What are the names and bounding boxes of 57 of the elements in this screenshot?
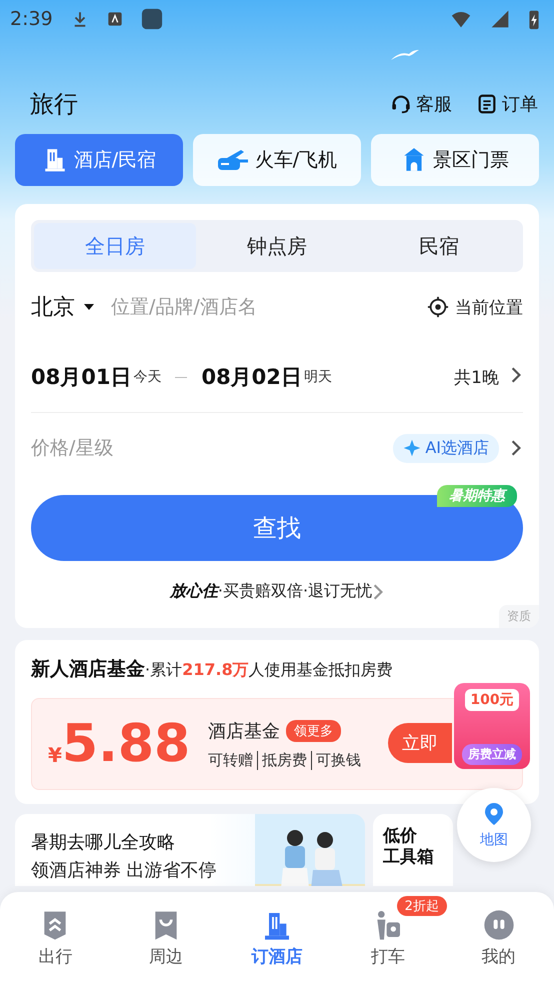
nights-count: 共1晚	[454, 366, 499, 388]
check-out-day: 明天	[304, 368, 332, 386]
keyboard-icon	[106, 11, 123, 27]
promo-subtitle: 领酒店神券 出游省不停	[31, 859, 218, 882]
promo-badge: 暑期特惠	[437, 485, 517, 507]
category-tab[interactable]: 火车/飞机	[193, 134, 361, 186]
check-out-date[interactable]: 08月02日	[201, 363, 302, 391]
fund-name: 酒店基金	[208, 720, 280, 742]
header-link[interactable]: 订单	[476, 92, 538, 116]
room-type-tab[interactable]: 民宿	[358, 223, 520, 269]
headset-icon	[390, 93, 412, 115]
fund-subtitle: ·累计217.8万人使用基金抵扣房费	[145, 660, 393, 681]
status-time: 2:39	[10, 8, 53, 30]
promo-title: 暑期去哪儿全攻略	[31, 831, 176, 854]
fund-feature: 抵房费	[257, 750, 312, 770]
caret-down-icon	[83, 302, 95, 312]
wifi-icon	[450, 9, 472, 29]
sticker-amount: 100元	[465, 689, 519, 711]
chevron-right-icon	[509, 366, 523, 384]
plane-ticket-icon	[216, 147, 249, 173]
nav-tab[interactable]: 周边	[110, 892, 222, 984]
room-type-tab[interactable]: 钟点房	[196, 223, 358, 269]
chevron-right-icon	[509, 439, 523, 457]
ai-hotel-button[interactable]: AI选酒店	[393, 434, 499, 462]
check-in-date[interactable]: 08月01日	[31, 363, 132, 391]
nav-tab[interactable]: 出行	[0, 892, 111, 984]
fund-amount: 5.88	[62, 714, 190, 774]
chevron-right-icon	[372, 582, 384, 600]
toolbox-card[interactable]: 低价 工具箱	[373, 814, 453, 886]
crosshair-icon	[427, 296, 449, 318]
map-button[interactable]: 地图	[457, 788, 531, 862]
page-title: 旅行	[30, 89, 79, 120]
guarantee-brand: 放心住	[170, 581, 218, 602]
locate-button[interactable]: 当前位置	[427, 296, 523, 318]
face-icon	[482, 908, 515, 940]
sticker-label: 房费立减	[462, 744, 522, 765]
sparkle-icon	[403, 439, 422, 457]
fund-feature: 可换钱	[311, 750, 366, 770]
check-in-day: 今天	[133, 368, 162, 386]
fund-title: 新人酒店基金	[31, 657, 145, 682]
nav-tab[interactable]: 订酒店	[222, 892, 332, 984]
discount-badge: 2折起	[396, 896, 447, 916]
document-icon	[476, 93, 498, 115]
header-link[interactable]: 客服	[390, 92, 452, 116]
signal-icon	[490, 9, 510, 29]
fund-feature: 可转赠	[208, 750, 254, 770]
category-tab[interactable]: 酒店/民宿	[15, 134, 183, 186]
category-tab[interactable]: 景区门票	[371, 134, 539, 186]
map-pin-icon	[482, 801, 506, 827]
toolbox-title: 低价	[383, 826, 418, 848]
currency-sign: ¥	[48, 743, 62, 767]
toolbox-title: 工具箱	[383, 847, 435, 868]
promo-card[interactable]: 暑期去哪儿全攻略 领酒店神券 出游省不停	[15, 814, 365, 886]
app-icon	[140, 8, 163, 30]
bird-icon	[390, 47, 420, 61]
battery-icon	[528, 8, 540, 30]
city-selector[interactable]: 北京	[31, 292, 75, 322]
